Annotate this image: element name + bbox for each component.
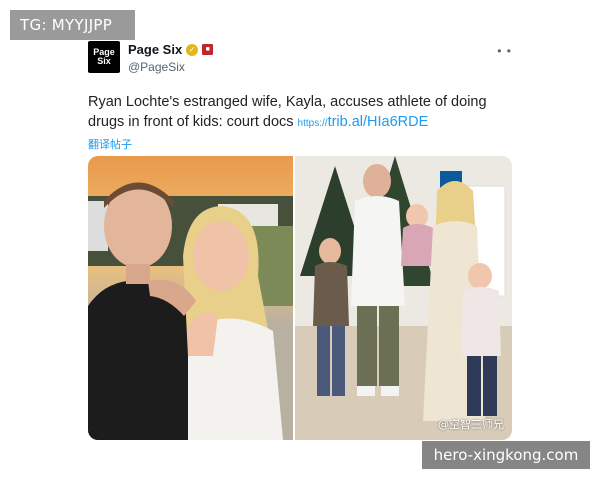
user-handle[interactable]: @PageSix <box>128 60 185 74</box>
tweet-card: Page Six Page Six ✓ ■ @PageSix • • Ryan … <box>88 40 512 440</box>
name-line: Page Six ✓ ■ <box>128 42 214 57</box>
display-name[interactable]: Page Six <box>128 42 182 57</box>
watermark-site-bottom-right: hero-xingkong.com <box>422 441 590 469</box>
verified-badge-icon: ✓ <box>186 43 199 56</box>
photo-couple-sunset-image <box>88 156 293 440</box>
tweet-body: Ryan Lochte's estranged wife, Kayla, acc… <box>88 92 512 134</box>
media-watermark: @空智三师兄 <box>438 418 504 431</box>
avatar-text-line2: Six <box>97 56 111 66</box>
translate-post-link[interactable]: 翻译帖子 <box>88 136 512 152</box>
photo-couple-sunset[interactable] <box>88 156 293 440</box>
affiliate-badge-icon: ■ <box>202 44 214 55</box>
tweet-header: Page Six Page Six ✓ ■ @PageSix • • <box>88 40 512 80</box>
photo-family-christmas-image <box>295 156 512 440</box>
tweet-media[interactable]: @空智三师兄 <box>88 156 512 440</box>
link-prefix[interactable]: https:// <box>298 118 328 129</box>
avatar[interactable]: Page Six <box>88 41 120 73</box>
watermark-tag-top-left: TG: MYYJJPP <box>10 10 135 40</box>
more-options-icon[interactable]: • • <box>497 44 512 58</box>
tweet-link[interactable]: trib.al/HIa6RDE <box>328 114 429 130</box>
photo-family-christmas[interactable]: @空智三师兄 <box>295 156 512 440</box>
